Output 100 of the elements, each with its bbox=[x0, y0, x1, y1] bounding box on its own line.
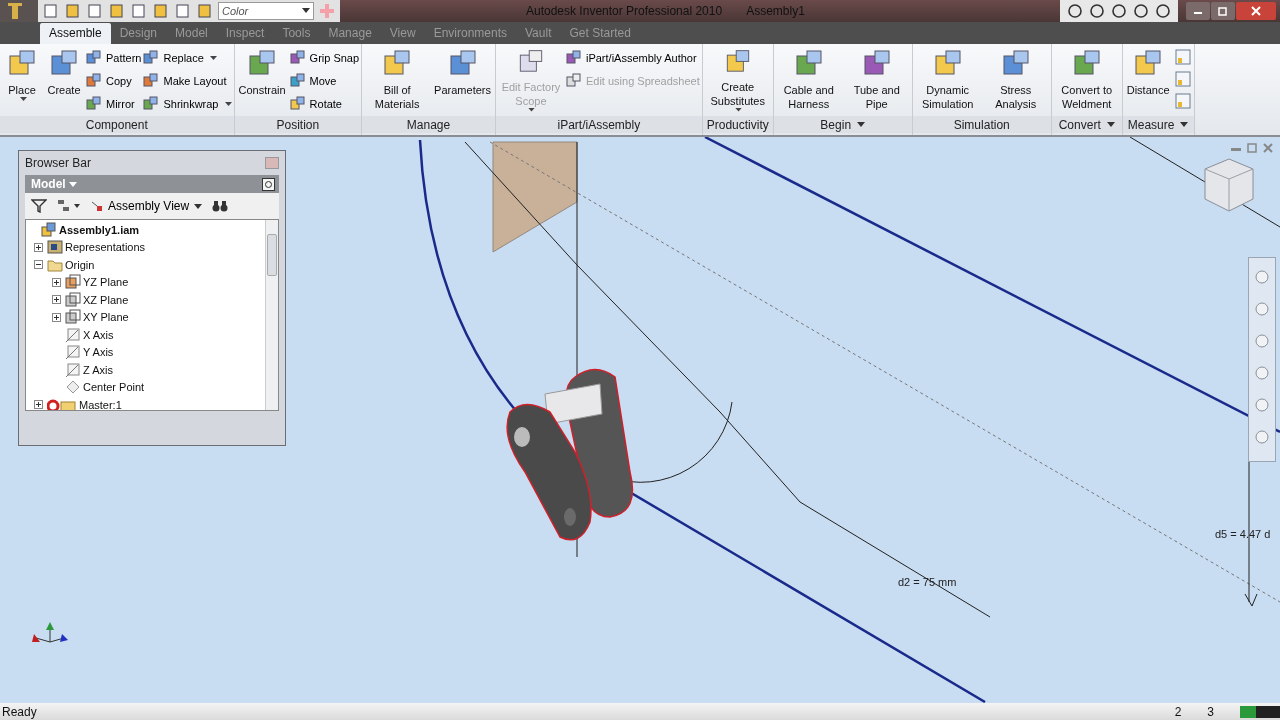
tree-item[interactable]: Y Axis bbox=[83, 346, 114, 359]
expander[interactable] bbox=[34, 260, 43, 270]
infocenter-icon[interactable] bbox=[1088, 2, 1106, 20]
ribbon-button[interactable]: Convert to Weldment bbox=[1053, 46, 1120, 114]
tree-item[interactable]: X Axis bbox=[83, 328, 114, 341]
infocenter-icon[interactable] bbox=[1110, 2, 1128, 20]
app-menu-button[interactable] bbox=[0, 0, 38, 22]
toolbar-icon[interactable] bbox=[42, 3, 60, 19]
navigation-tool-icon[interactable] bbox=[1253, 396, 1271, 414]
tree-item[interactable]: Z Axis bbox=[83, 363, 113, 376]
tool-icon bbox=[86, 50, 102, 66]
toolbar-icon[interactable] bbox=[108, 3, 126, 19]
close-icon bbox=[1262, 143, 1274, 153]
expander[interactable] bbox=[34, 400, 43, 410]
measure-tool-icon[interactable] bbox=[1173, 92, 1192, 110]
minimize-button[interactable] bbox=[1186, 2, 1210, 20]
ribbon-button[interactable]: Create Substitutes bbox=[704, 46, 771, 114]
tree-item[interactable]: Master:1 bbox=[79, 398, 122, 410]
caret-icon bbox=[19, 97, 27, 102]
tree-item[interactable]: XY Plane bbox=[83, 311, 129, 324]
restore-icon bbox=[1246, 143, 1258, 153]
expander[interactable] bbox=[52, 312, 61, 322]
caret-icon bbox=[68, 181, 77, 187]
tool-icon bbox=[289, 73, 306, 89]
group-label: Simulation bbox=[912, 116, 1051, 133]
progress-indicator bbox=[1240, 705, 1280, 718]
infocenter-icon[interactable] bbox=[1132, 2, 1150, 20]
ribbon-button[interactable]: Move bbox=[289, 72, 360, 90]
binoculars-icon[interactable] bbox=[212, 199, 229, 213]
group-label: iPart/iAssembly bbox=[495, 116, 702, 133]
ribbon-button[interactable]: Cable and Harness bbox=[775, 46, 842, 114]
caret-icon bbox=[194, 203, 203, 209]
help-icon[interactable] bbox=[262, 177, 275, 191]
ribbon-button[interactable]: iPart/iAssembly Author bbox=[565, 49, 700, 67]
tool-icon bbox=[289, 50, 306, 66]
tree-item[interactable]: Center Point bbox=[83, 381, 145, 394]
tree-item[interactable]: Assembly1.iam bbox=[59, 223, 140, 236]
style-dropdown[interactable]: Color bbox=[218, 2, 314, 20]
caret-icon bbox=[528, 107, 536, 112]
ribbon-button[interactable]: Tube and Pipe bbox=[843, 46, 910, 114]
status-count: 2 bbox=[1174, 704, 1182, 719]
axis-icon bbox=[65, 361, 81, 378]
tree-item[interactable]: Origin bbox=[65, 258, 95, 271]
toolbar-icon[interactable] bbox=[130, 3, 148, 19]
tool-icon bbox=[86, 73, 102, 89]
close-icon[interactable] bbox=[265, 157, 279, 169]
ribbon-button[interactable]: Place bbox=[2, 46, 42, 114]
ribbon-button[interactable]: Distance bbox=[1124, 46, 1172, 114]
infocenter-icon[interactable] bbox=[1154, 2, 1172, 20]
tree-item[interactable]: Representations bbox=[65, 241, 146, 254]
plus-icon[interactable] bbox=[318, 2, 336, 20]
toolbar-icon[interactable] bbox=[196, 3, 214, 19]
ribbon-button[interactable]: Pattern bbox=[86, 49, 142, 67]
measure-tool-icon[interactable] bbox=[1173, 48, 1192, 66]
navigation-tool-icon[interactable] bbox=[1253, 268, 1271, 286]
ribbon-button[interactable]: Dynamic Simulation bbox=[914, 46, 981, 114]
tree-item[interactable]: YZ Plane bbox=[83, 276, 129, 289]
expander[interactable] bbox=[52, 295, 61, 305]
dimension-label: d5 = 4.47 d bbox=[1215, 528, 1271, 540]
ribbon-button[interactable]: Shrinkwrap bbox=[143, 95, 232, 113]
toolbar-icon[interactable] bbox=[86, 3, 104, 19]
restore-button[interactable] bbox=[1211, 2, 1235, 20]
point-icon bbox=[65, 379, 81, 396]
tool-icon bbox=[143, 50, 160, 66]
status-message: Ready bbox=[2, 704, 37, 719]
navigation-tool-icon[interactable] bbox=[1253, 300, 1271, 318]
toolbar-icon[interactable] bbox=[174, 3, 192, 19]
measure-tool-icon[interactable] bbox=[1173, 70, 1192, 88]
ribbon-button[interactable]: Mirror bbox=[86, 95, 142, 113]
ribbon-button[interactable]: Create bbox=[44, 46, 84, 114]
caret-icon bbox=[302, 8, 310, 14]
ribbon-tab[interactable]: Assemble bbox=[40, 23, 111, 44]
restore-icon bbox=[1218, 6, 1228, 16]
tree-item[interactable]: XZ Plane bbox=[83, 293, 129, 306]
ribbon-button[interactable]: Constrain bbox=[236, 46, 288, 114]
ribbon-button[interactable]: Stress Analysis bbox=[982, 46, 1049, 114]
hierarchy-icon[interactable] bbox=[57, 199, 81, 213]
filter-icon[interactable] bbox=[31, 199, 47, 213]
toolbar-icon[interactable] bbox=[64, 3, 82, 19]
navigation-tool-icon[interactable] bbox=[1253, 364, 1271, 382]
tool-icon bbox=[143, 73, 160, 89]
ribbon-button[interactable]: Rotate bbox=[289, 95, 360, 113]
close-button[interactable] bbox=[1236, 2, 1276, 20]
close-icon bbox=[1251, 6, 1261, 16]
caret-icon bbox=[209, 55, 217, 61]
tool-icon bbox=[289, 96, 306, 112]
ribbon-button[interactable]: Grip Snap bbox=[289, 49, 360, 67]
group-label: Begin bbox=[773, 116, 912, 133]
infocenter-icon[interactable] bbox=[1066, 2, 1084, 20]
ribbon-button[interactable]: Parameters bbox=[432, 46, 493, 114]
ribbon-button[interactable]: Copy bbox=[86, 72, 142, 90]
navigation-tool-icon[interactable] bbox=[1253, 332, 1271, 350]
navigation-tool-icon[interactable] bbox=[1253, 428, 1271, 446]
expander[interactable] bbox=[34, 242, 43, 252]
toolbar-icon[interactable] bbox=[152, 3, 170, 19]
ribbon-button[interactable]: Make Layout bbox=[143, 72, 232, 90]
expander[interactable] bbox=[52, 277, 61, 287]
ribbon-button[interactable]: Bill of Materials bbox=[364, 46, 431, 114]
scrollbar[interactable] bbox=[265, 220, 278, 410]
ribbon-button[interactable]: Replace bbox=[143, 49, 232, 67]
